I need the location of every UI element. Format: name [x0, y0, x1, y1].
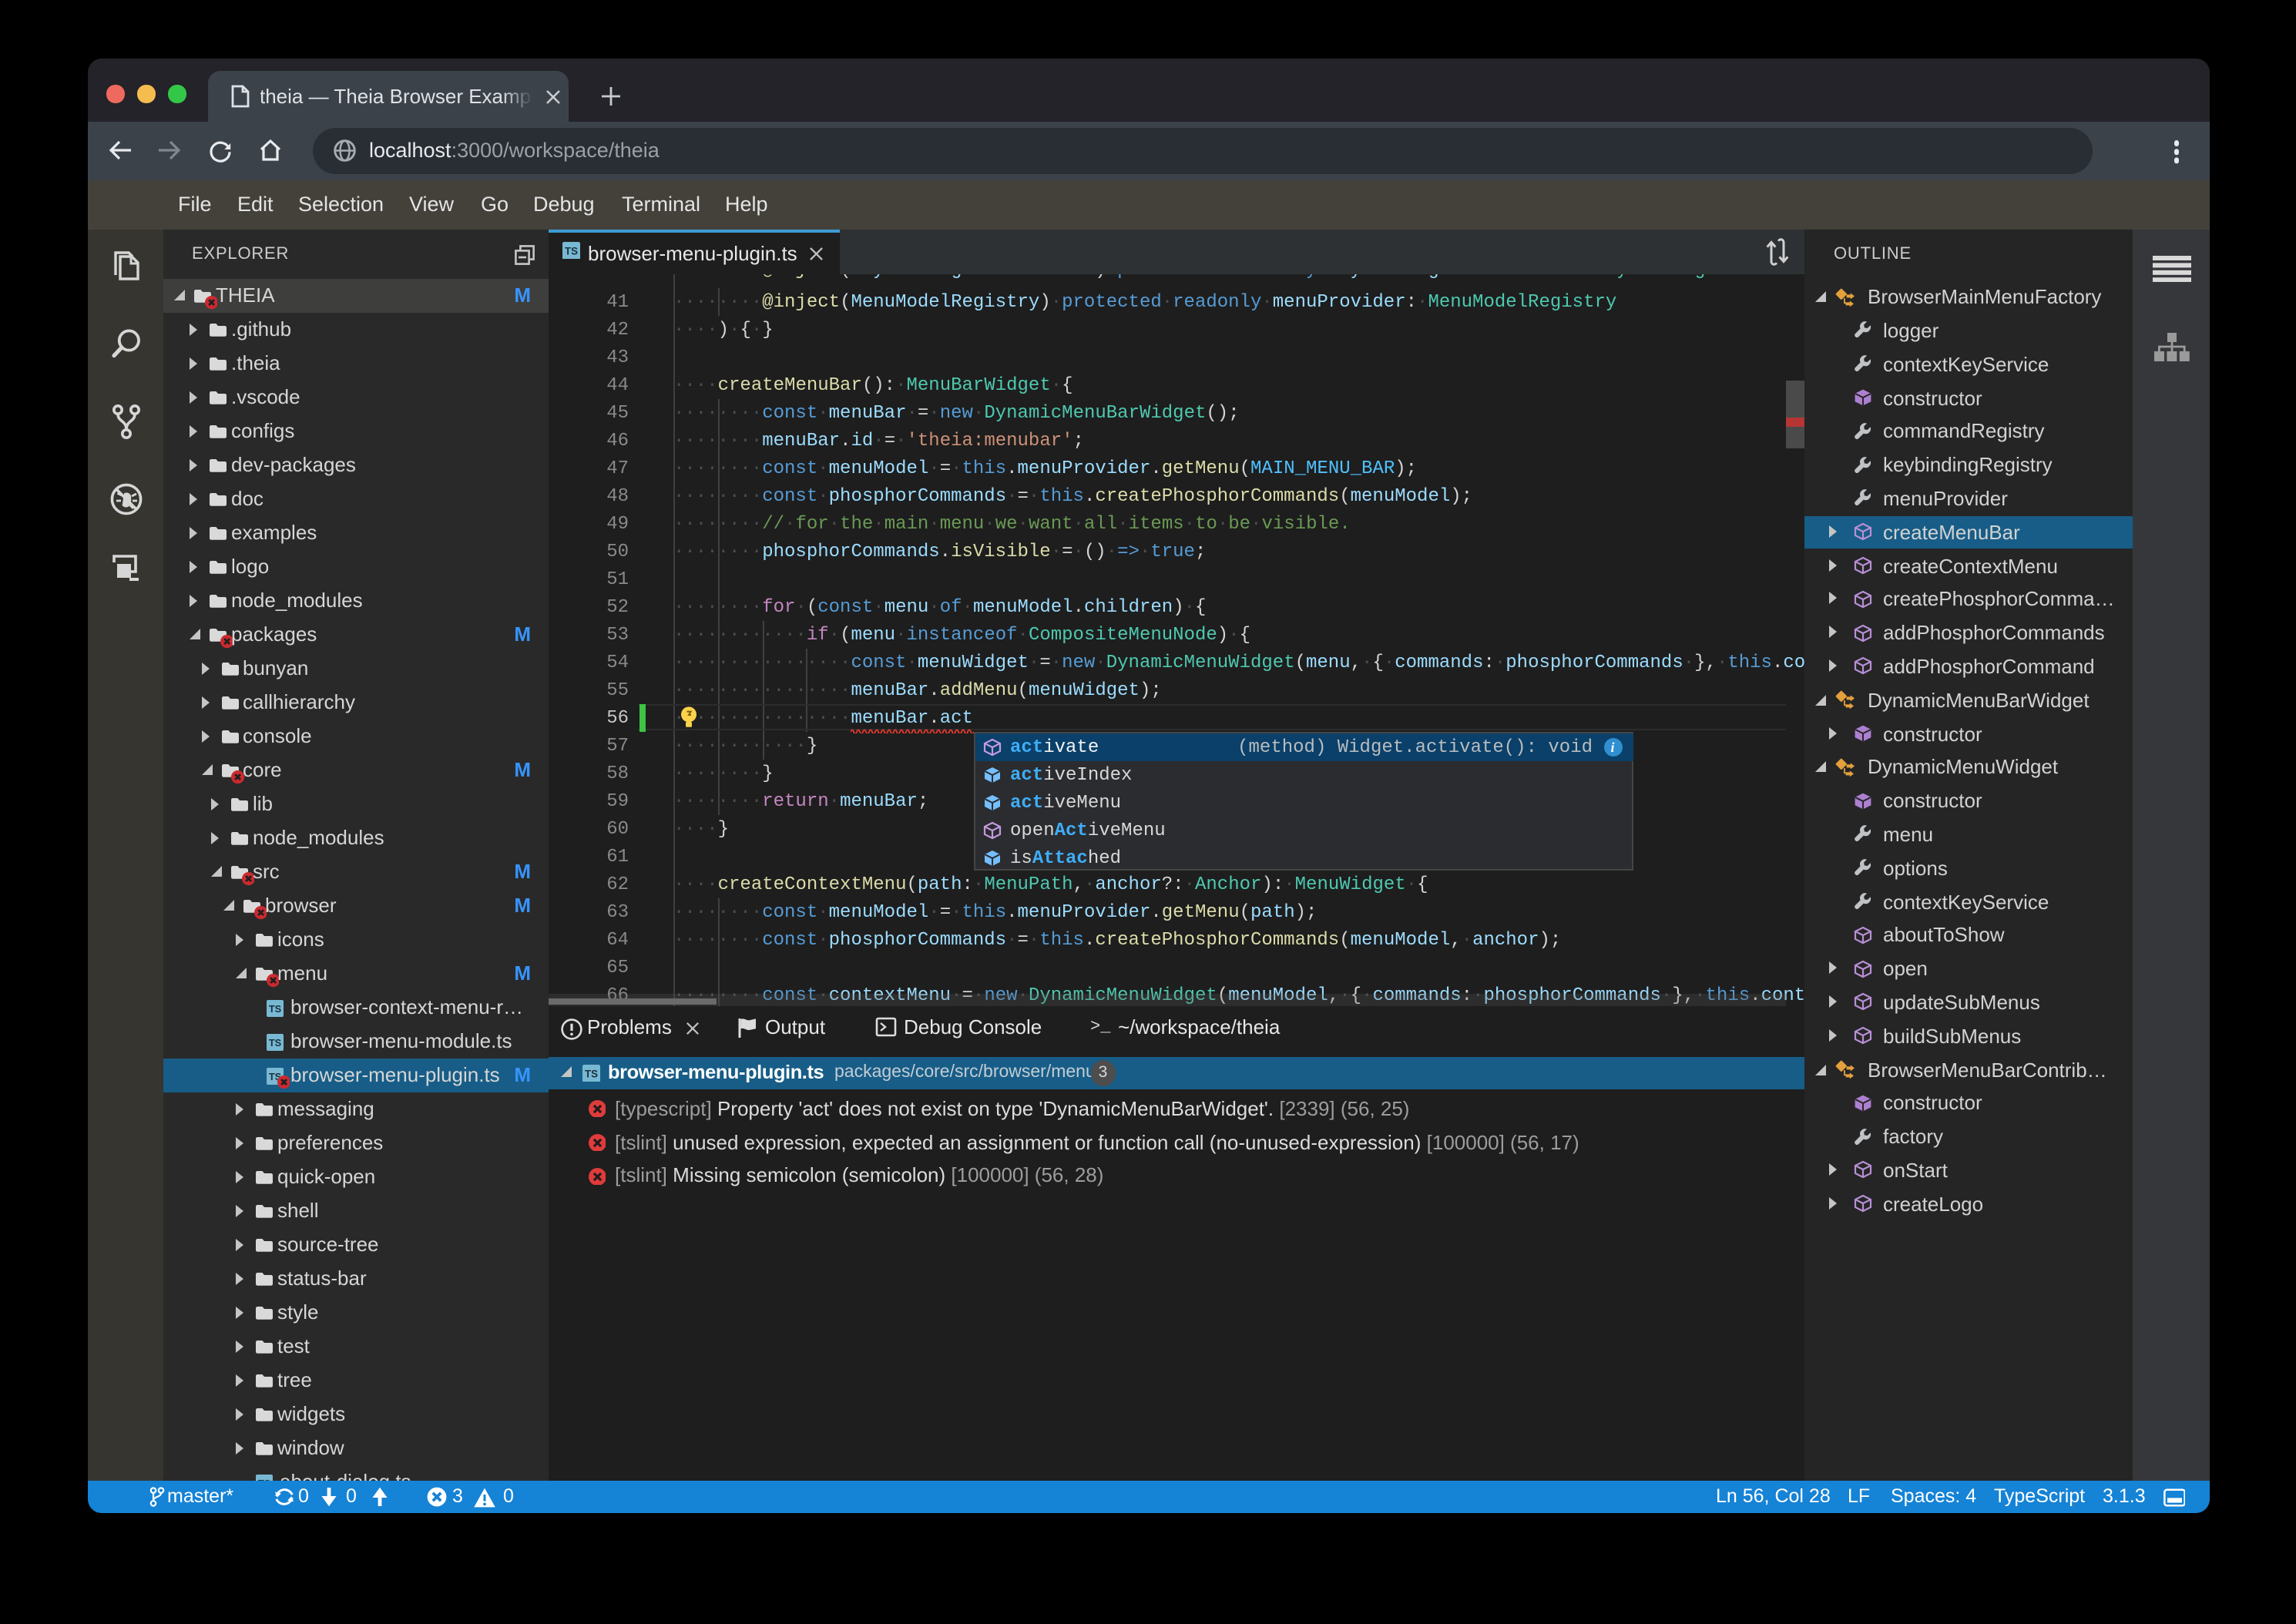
svg-text:TS: TS — [269, 1036, 282, 1048]
svg-text:TS: TS — [269, 1002, 282, 1014]
svg-text:TS: TS — [565, 245, 578, 257]
svg-text:TS: TS — [585, 1068, 598, 1079]
